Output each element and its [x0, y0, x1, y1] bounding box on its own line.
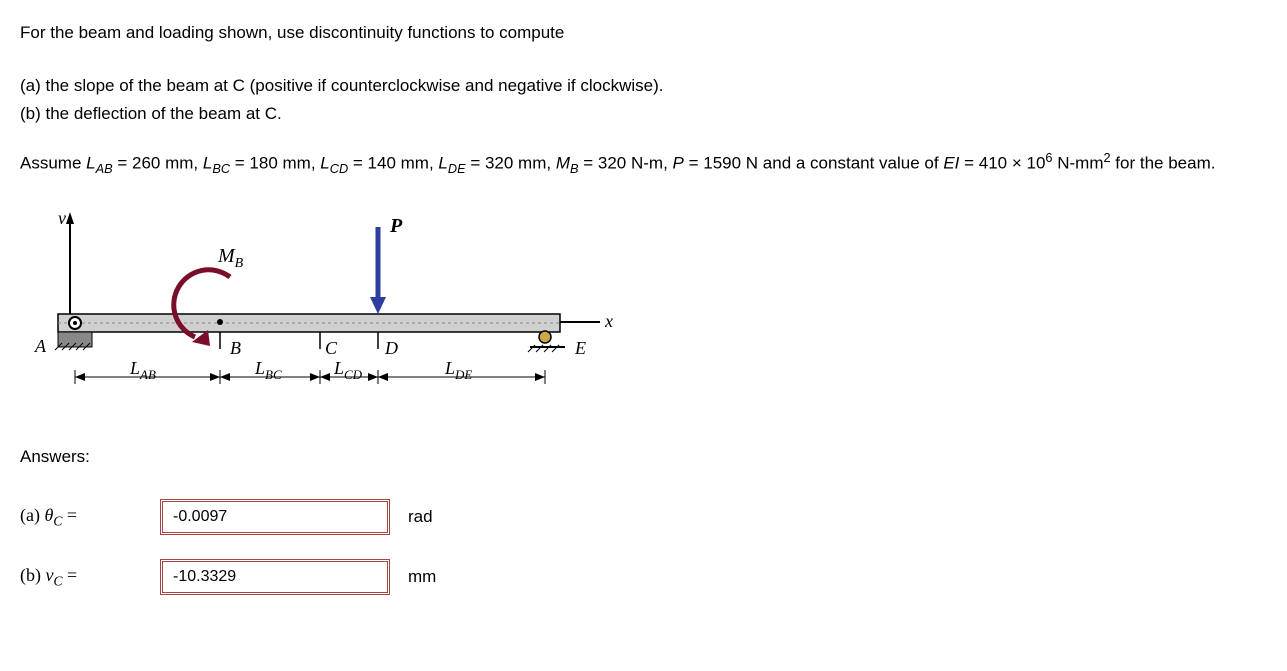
answer-b-label: (b) vC = — [20, 565, 160, 590]
LCD-dim: LCD — [333, 358, 363, 382]
answer-a-input[interactable] — [160, 499, 390, 535]
point-B-label: B — [230, 338, 241, 358]
beam-svg: v x A MB B C P D — [20, 202, 620, 422]
point-C-label: C — [325, 338, 338, 358]
answer-b-input[interactable] — [160, 559, 390, 595]
problem-intro: For the beam and loading shown, use disc… — [20, 20, 1267, 46]
LBC-dim: LBC — [254, 358, 282, 382]
problem-statement: For the beam and loading shown, use disc… — [20, 20, 1267, 126]
assumptions: Assume LAB = 260 mm, LBC = 180 mm, LCD =… — [20, 148, 1267, 178]
point-D-label: D — [384, 338, 398, 358]
answer-a-unit: rad — [408, 507, 433, 527]
MB-label: MB — [217, 245, 244, 271]
answer-row-a: (a) θC = rad — [20, 499, 1267, 535]
answer-a-label: (a) θC = — [20, 505, 160, 530]
answers-heading: Answers: — [20, 447, 1267, 467]
x-axis-label: x — [604, 311, 613, 331]
point-E-label: E — [574, 338, 586, 358]
LAB-dim: LAB — [129, 358, 156, 382]
point-A-label: A — [34, 336, 47, 356]
answer-row-b: (b) vC = mm — [20, 559, 1267, 595]
beam-diagram: v x A MB B C P D — [20, 202, 1267, 427]
problem-part-a: (a) the slope of the beam at C (positive… — [20, 73, 1267, 99]
answers-section: Answers: (a) θC = rad (b) vC = mm — [20, 447, 1267, 595]
v-axis-label: v — [58, 208, 66, 228]
LDE-dim: LDE — [444, 358, 472, 382]
problem-part-b: (b) the deflection of the beam at C. — [20, 101, 1267, 127]
answer-b-unit: mm — [408, 567, 436, 587]
P-label: P — [389, 215, 403, 237]
